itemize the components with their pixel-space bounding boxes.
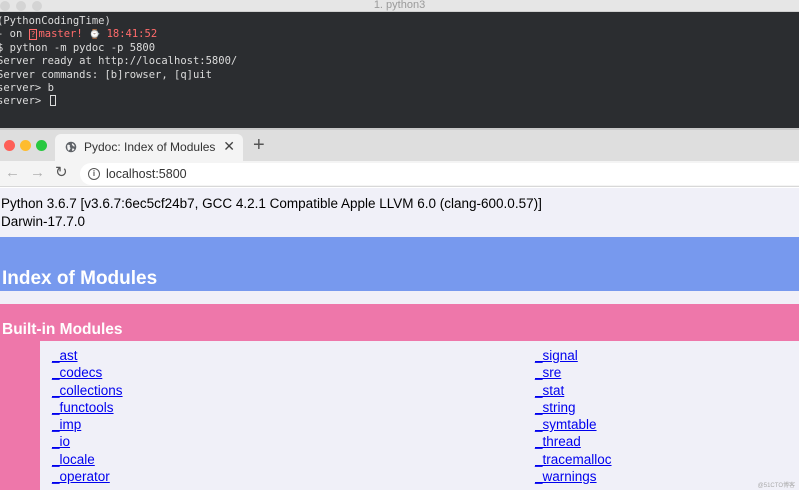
module-link[interactable]: _string [535, 399, 612, 416]
git-branch-icon: ? [28, 29, 38, 41]
terminal-titlebar: 1. python3 [0, 0, 799, 12]
module-link[interactable]: _codecs [52, 364, 123, 381]
browser-zoom-button[interactable] [36, 140, 47, 151]
terminal-prompt-prefix: - on [0, 28, 29, 41]
module-link[interactable]: _io [52, 433, 123, 450]
module-column-left: _ast _codecs _collections _functools _im… [52, 347, 123, 485]
terminal-output[interactable]: (PythonCodingTime) - on ? master! ⌚ 18:41… [0, 12, 799, 128]
terminal-prompt-line: - on ? master! ⌚ 18:41:52 [0, 28, 799, 41]
terminal-input-line[interactable]: server> [0, 95, 799, 108]
git-branch-name: master! [38, 28, 83, 41]
tab-title: Pydoc: Index of Modules [84, 140, 216, 154]
module-link[interactable]: _symtable [535, 416, 612, 433]
section-heading-banner: Built-in Modules [0, 304, 799, 341]
page-content: Python 3.6.7 [v3.6.7:6ec5cf24b7, GCC 4.2… [0, 188, 799, 490]
module-link[interactable]: _functools [52, 399, 123, 416]
module-list: _ast _codecs _collections _functools _im… [40, 341, 799, 490]
terminal-prompt: server> [0, 95, 48, 108]
info-icon[interactable]: i [88, 168, 100, 180]
terminal-line: (PythonCodingTime) [0, 15, 111, 27]
browser-tab[interactable]: Pydoc: Index of Modules ✕ [55, 134, 243, 161]
browser-close-button[interactable] [4, 140, 15, 151]
python-version: Python 3.6.7 [v3.6.7:6ec5cf24b7, GCC 4.2… [1, 196, 542, 211]
clock-icon: ⌚ [89, 30, 101, 41]
module-link[interactable]: _operator [52, 468, 123, 485]
module-link[interactable]: _collections [52, 382, 123, 399]
module-link[interactable]: _ast [52, 347, 123, 364]
section-left-margin [0, 341, 40, 490]
watermark: @51CTO博客 [757, 483, 795, 489]
url-text[interactable]: localhost:5800 [106, 166, 187, 182]
address-bar[interactable]: i localhost:5800 [80, 163, 799, 185]
platform-info: Darwin-17.7.0 [1, 214, 86, 229]
forward-arrow-icon[interactable]: → [30, 164, 45, 182]
page-title: Index of Modules [2, 268, 158, 289]
back-arrow-icon[interactable]: ← [5, 164, 20, 182]
terminal-line: Server commands: [b]rowser, [q]uit [0, 68, 212, 81]
terminal-cursor [49, 95, 56, 107]
new-tab-button[interactable]: + [253, 135, 265, 155]
module-link[interactable]: _sre [535, 364, 612, 381]
module-link[interactable]: _tracemalloc [535, 451, 612, 468]
browser-tab-bar: Pydoc: Index of Modules ✕ + [0, 130, 799, 161]
page-heading-banner: Index of Modules [0, 237, 799, 291]
module-link[interactable]: _locale [52, 451, 123, 468]
module-column-right: _signal _sre _stat _string _symtable _th… [535, 347, 612, 485]
module-link[interactable]: _warnings [535, 468, 612, 485]
module-link[interactable]: _signal [535, 347, 612, 364]
close-icon[interactable]: ✕ [223, 138, 235, 154]
globe-icon [65, 141, 77, 153]
terminal-line: $ python -m pydoc -p 5800 [0, 41, 156, 54]
reload-icon[interactable]: ↻ [55, 164, 68, 182]
browser-minimize-button[interactable] [20, 140, 31, 151]
terminal-line: server> b [0, 81, 54, 94]
terminal-line: Server ready at http://localhost:5800/ [0, 55, 238, 68]
module-link[interactable]: _thread [535, 433, 612, 450]
section-title: Built-in Modules [2, 321, 123, 338]
terminal-window-title: 1. python3 [373, 0, 426, 11]
prompt-time: 18:41:52 [106, 28, 158, 41]
section-separator [0, 291, 799, 304]
module-link[interactable]: _stat [535, 382, 612, 399]
module-link[interactable]: _imp [52, 416, 123, 433]
browser-toolbar: ← → ↻ i localhost:5800 [0, 161, 799, 187]
